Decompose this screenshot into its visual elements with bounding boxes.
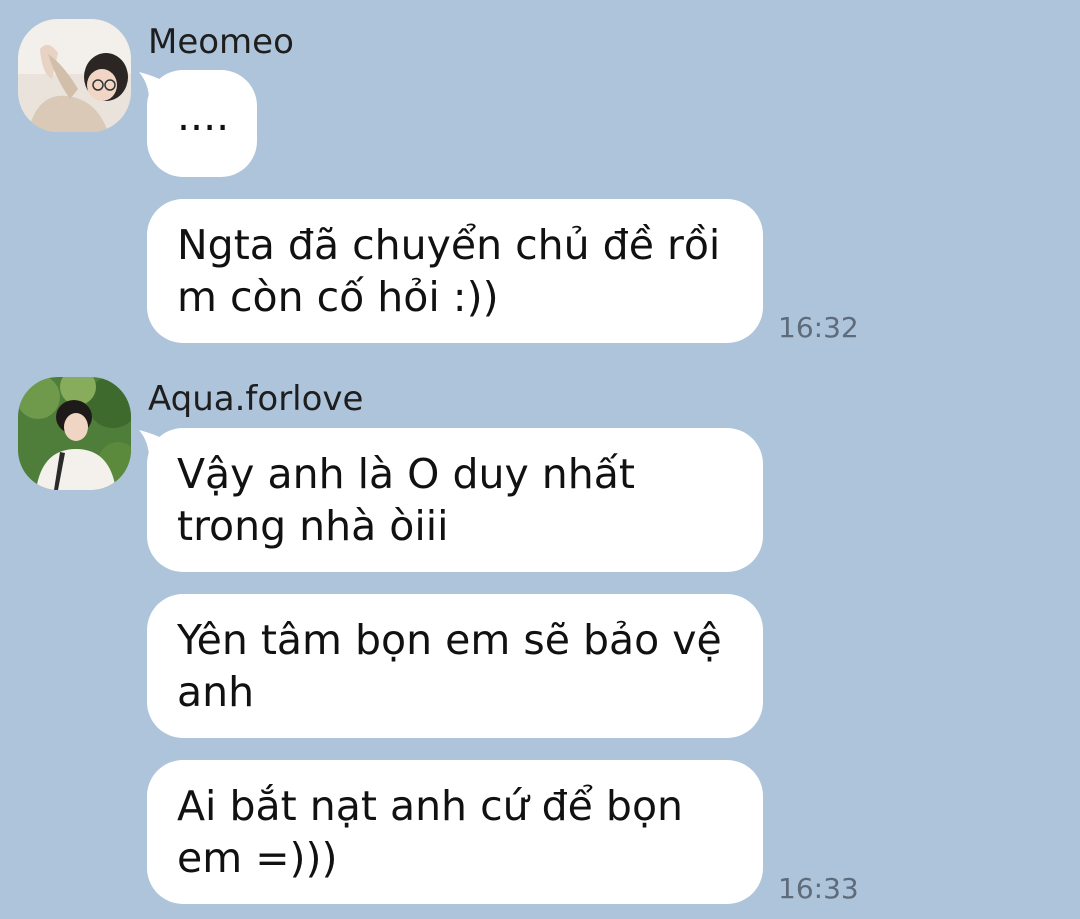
- message-bubble[interactable]: Ngta đã chuyển chủ đề rồi m còn cố hỏi :…: [147, 199, 763, 343]
- sender-avatar-meomeo[interactable]: [18, 19, 131, 132]
- sender-name: Aqua.forlove: [148, 379, 364, 419]
- user-avatar-photo-icon: [18, 19, 131, 132]
- message-timestamp: 16:32: [778, 311, 859, 344]
- message-timestamp: 16:33: [778, 872, 859, 905]
- message-bubble[interactable]: ....: [147, 70, 257, 177]
- sender-avatar-aqua-forlove[interactable]: [18, 377, 131, 490]
- sender-name: Meomeo: [148, 22, 294, 62]
- message-bubble[interactable]: Vậy anh là O duy nhất trong nhà òiii: [147, 428, 763, 572]
- message-bubble[interactable]: Yên tâm bọn em sẽ bảo vệ anh: [147, 594, 763, 738]
- user-avatar-photo-icon: [18, 377, 131, 490]
- message-bubble[interactable]: Ai bắt nạt anh cứ để bọn em =))): [147, 760, 763, 904]
